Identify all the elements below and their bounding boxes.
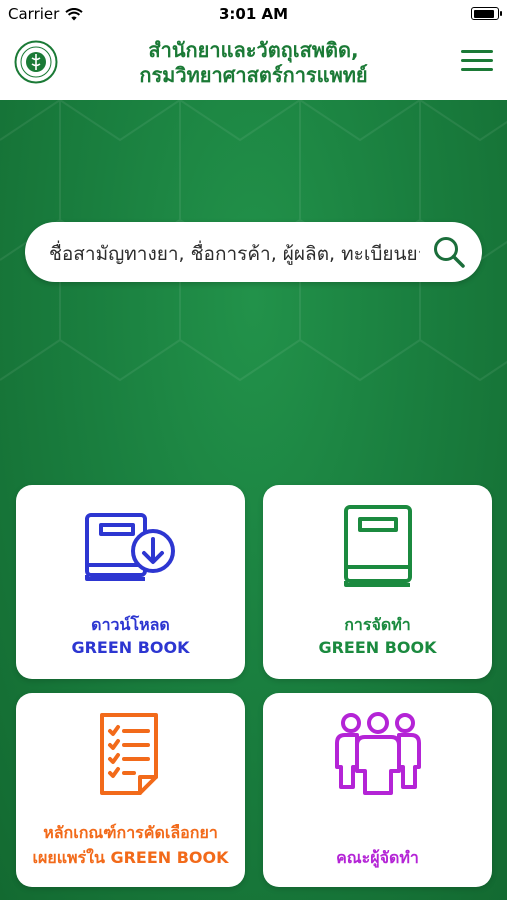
tile-label-line1: คณะผู้จัดทำ — [336, 848, 419, 867]
title-line-2: กรมวิทยาศาสตร์การแพทย์ — [139, 63, 368, 87]
download-green-book-tile[interactable]: ดาวน์โหลด GREEN BOOK — [16, 485, 245, 679]
download-book-icon — [84, 513, 175, 581]
status-bar: Carrier 3:01 AM — [0, 0, 507, 28]
tile-label-line2: GREEN BOOK — [71, 638, 190, 657]
app-header: สำนักยาและวัตถุเสพติด, กรมวิทยาศาสตร์การ… — [0, 28, 507, 100]
tile-label-line1: ดาวน์โหลด — [91, 615, 170, 634]
search-bar[interactable]: ชื่อสามัญทางยา, ชื่อการค้า, ผู้ผลิต, ทะเ… — [25, 222, 482, 282]
page-title: สำนักยาและวัตถุเสพติด, กรมวิทยาศาสตร์การ… — [60, 38, 447, 88]
search-icon[interactable] — [432, 235, 466, 269]
book-icon — [343, 505, 412, 587]
main-content: ชื่อสามัญทางยา, ชื่อการค้า, ผู้ผลิต, ทะเ… — [0, 100, 507, 900]
menu-button[interactable] — [461, 50, 493, 76]
battery-fill — [473, 9, 495, 18]
battery-icon — [471, 7, 502, 20]
green-book-preparation-tile[interactable]: การจัดทำ GREEN BOOK — [263, 485, 492, 679]
ministry-logo-icon — [14, 40, 58, 84]
authors-committee-tile[interactable]: คณะผู้จัดทำ — [263, 693, 492, 887]
search-input[interactable]: ชื่อสามัญทางยา, ชื่อการค้า, ผู้ผลิต, ทะเ… — [49, 239, 420, 269]
tile-label-line2: GREEN BOOK — [318, 638, 437, 657]
team-people-icon — [334, 712, 421, 795]
checklist-document-icon — [99, 713, 158, 795]
title-line-1: สำนักยาและวัตถุเสพติด, — [148, 38, 359, 62]
tile-label-line1: การจัดทำ — [344, 615, 411, 634]
hamburger-icon-bar — [461, 68, 493, 71]
hamburger-icon-bar — [461, 59, 493, 62]
status-time: 3:01 AM — [218, 5, 289, 23]
selection-criteria-tile[interactable]: หลักเกณฑ์การคัดเลือกยา เผยแพร่ใน GREEN B… — [16, 693, 245, 887]
tile-label-line2: เผยแพร่ใน GREEN BOOK — [32, 848, 229, 867]
hamburger-icon-bar — [461, 50, 493, 53]
tile-label-line1: หลักเกณฑ์การคัดเลือกยา — [43, 823, 218, 842]
